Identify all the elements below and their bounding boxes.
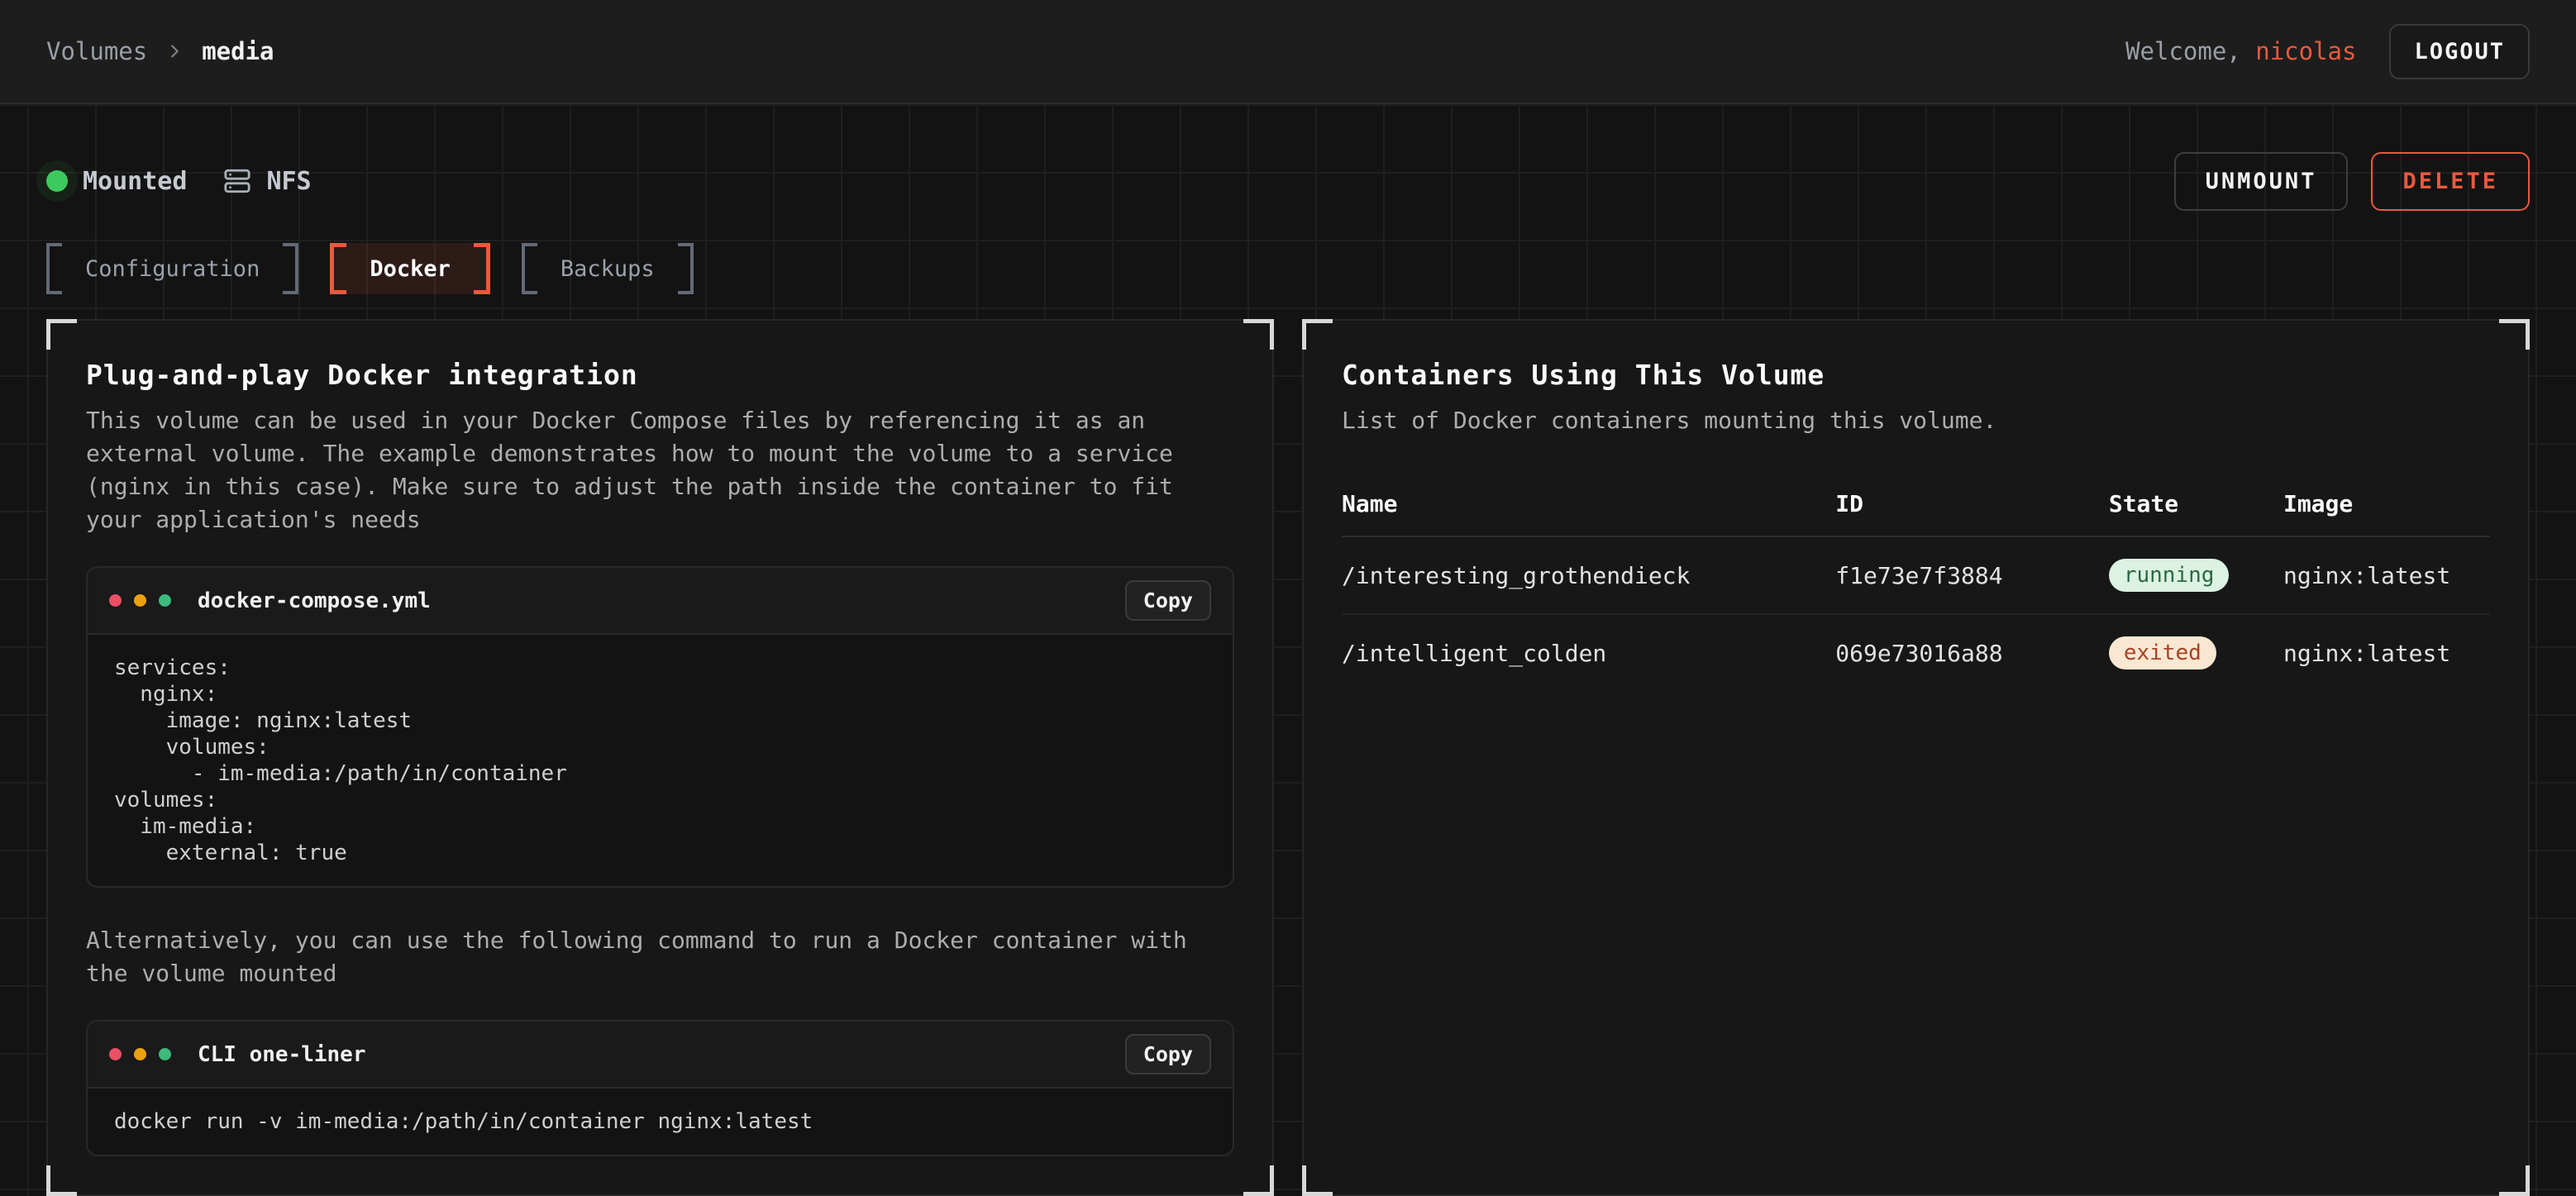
cli-intro-text: Alternatively, you can use the following… bbox=[86, 924, 1234, 990]
volume-status: Mounted NFS bbox=[46, 167, 312, 196]
container-image: nginx:latest bbox=[2283, 640, 2490, 667]
docker-integration-panel: Plug-and-play Docker integration This vo… bbox=[46, 319, 1274, 1196]
compose-code-content: services: nginx: image: nginx:latest vol… bbox=[88, 635, 1233, 886]
username: nicolas bbox=[2255, 37, 2356, 65]
code-block-header: CLI one-liner Copy bbox=[88, 1022, 1233, 1089]
state-cell: running bbox=[2109, 559, 2283, 592]
container-id: 069e73016a88 bbox=[1835, 640, 2109, 667]
code-filename: docker-compose.yml bbox=[198, 588, 431, 613]
driver-status: NFS bbox=[223, 167, 311, 196]
breadcrumb-volumes-link[interactable]: Volumes bbox=[46, 37, 147, 65]
cli-code-content: docker run -v im-media:/path/in/containe… bbox=[88, 1089, 1233, 1155]
corner-bracket-top-right-icon bbox=[1243, 319, 1274, 350]
column-header-state: State bbox=[2109, 490, 2283, 517]
panels: Plug-and-play Docker integration This vo… bbox=[46, 319, 2530, 1196]
welcome-prefix: Welcome, bbox=[2125, 37, 2255, 65]
panel-title: Plug-and-play Docker integration bbox=[86, 359, 1234, 391]
containers-panel: Containers Using This Volume List of Doc… bbox=[1302, 319, 2530, 1196]
tab-bracket-right-icon bbox=[474, 243, 490, 294]
corner-bracket-top-right-icon bbox=[2499, 319, 2530, 350]
window-dot-red-icon bbox=[109, 1048, 122, 1060]
copy-button[interactable]: Copy bbox=[1125, 580, 1211, 621]
code-block-header: docker-compose.yml Copy bbox=[88, 568, 1233, 635]
tab-bracket-right-icon bbox=[678, 243, 694, 294]
mounted-label: Mounted bbox=[83, 167, 187, 196]
breadcrumb-current: media bbox=[202, 37, 274, 65]
mounted-status: Mounted bbox=[46, 167, 187, 196]
container-name: /intelligent_colden bbox=[1342, 640, 1835, 667]
delete-button[interactable]: DELETE bbox=[2371, 152, 2530, 211]
table-row: /interesting_grothendieck f1e73e7f3884 r… bbox=[1342, 537, 2490, 615]
nfs-label: NFS bbox=[266, 167, 311, 196]
main-content: Mounted NFS UNMOUNT DELETE Configuration bbox=[0, 154, 2576, 1196]
code-filename: CLI one-liner bbox=[198, 1042, 366, 1067]
chevron-right-icon bbox=[165, 42, 184, 60]
container-image: nginx:latest bbox=[2283, 562, 2490, 589]
panel-subtitle: List of Docker containers mounting this … bbox=[1342, 404, 2490, 437]
tab-label: Configuration bbox=[62, 243, 283, 294]
panel-description: This volume can be used in your Docker C… bbox=[86, 404, 1234, 536]
volume-actions: UNMOUNT DELETE bbox=[2174, 152, 2530, 211]
tab-label: Backups bbox=[537, 243, 678, 294]
corner-bracket-bottom-right-icon bbox=[2499, 1165, 2530, 1196]
compose-code-block: docker-compose.yml Copy services: nginx:… bbox=[86, 566, 1234, 888]
window-dots bbox=[109, 594, 171, 607]
breadcrumb: Volumes media bbox=[46, 37, 274, 65]
column-header-image: Image bbox=[2283, 490, 2490, 517]
status-row: Mounted NFS UNMOUNT DELETE bbox=[46, 154, 2530, 208]
server-icon bbox=[223, 167, 251, 195]
unmount-button[interactable]: UNMOUNT bbox=[2174, 152, 2349, 211]
tab-bracket-left-icon bbox=[330, 243, 346, 294]
window-dots bbox=[109, 1048, 171, 1060]
tab-bar: Configuration Docker Backups bbox=[46, 243, 2530, 294]
corner-bracket-bottom-left-icon bbox=[1302, 1165, 1333, 1196]
corner-bracket-bottom-left-icon bbox=[46, 1165, 77, 1196]
column-header-name: Name bbox=[1342, 490, 1835, 517]
corner-bracket-bottom-right-icon bbox=[1243, 1165, 1274, 1196]
cli-code-block: CLI one-liner Copy docker run -v im-medi… bbox=[86, 1020, 1234, 1156]
window-dot-yellow-icon bbox=[134, 594, 146, 607]
table-row: /intelligent_colden 069e73016a88 exited … bbox=[1342, 615, 2490, 691]
panel-title: Containers Using This Volume bbox=[1342, 359, 2490, 391]
state-badge: exited bbox=[2109, 636, 2216, 669]
tab-docker[interactable]: Docker bbox=[330, 243, 490, 294]
containers-table: Name ID State Image /interesting_grothen… bbox=[1342, 490, 2490, 691]
column-header-id: ID bbox=[1835, 490, 2109, 517]
table-header: Name ID State Image bbox=[1342, 490, 2490, 537]
copy-button[interactable]: Copy bbox=[1125, 1034, 1211, 1074]
tab-backups[interactable]: Backups bbox=[522, 243, 694, 294]
tab-label: Docker bbox=[346, 243, 474, 294]
logout-button[interactable]: LOGOUT bbox=[2389, 24, 2530, 79]
window-dot-green-icon bbox=[159, 1048, 171, 1060]
welcome-text: Welcome, nicolas bbox=[2125, 37, 2356, 65]
green-dot-icon bbox=[46, 170, 68, 192]
state-cell: exited bbox=[2109, 636, 2283, 669]
tab-bracket-right-icon bbox=[283, 243, 298, 294]
topbar-right: Welcome, nicolas LOGOUT bbox=[2125, 24, 2530, 79]
window-dot-green-icon bbox=[159, 594, 171, 607]
corner-bracket-top-left-icon bbox=[46, 319, 77, 350]
state-badge: running bbox=[2109, 559, 2230, 592]
corner-bracket-top-left-icon bbox=[1302, 319, 1333, 350]
window-dot-red-icon bbox=[109, 594, 122, 607]
tab-bracket-left-icon bbox=[46, 243, 62, 294]
tab-bracket-left-icon bbox=[522, 243, 537, 294]
container-id: f1e73e7f3884 bbox=[1835, 562, 2109, 589]
container-name: /interesting_grothendieck bbox=[1342, 562, 1835, 589]
topbar: Volumes media Welcome, nicolas LOGOUT bbox=[0, 0, 2576, 104]
window-dot-yellow-icon bbox=[134, 1048, 146, 1060]
tab-configuration[interactable]: Configuration bbox=[46, 243, 298, 294]
